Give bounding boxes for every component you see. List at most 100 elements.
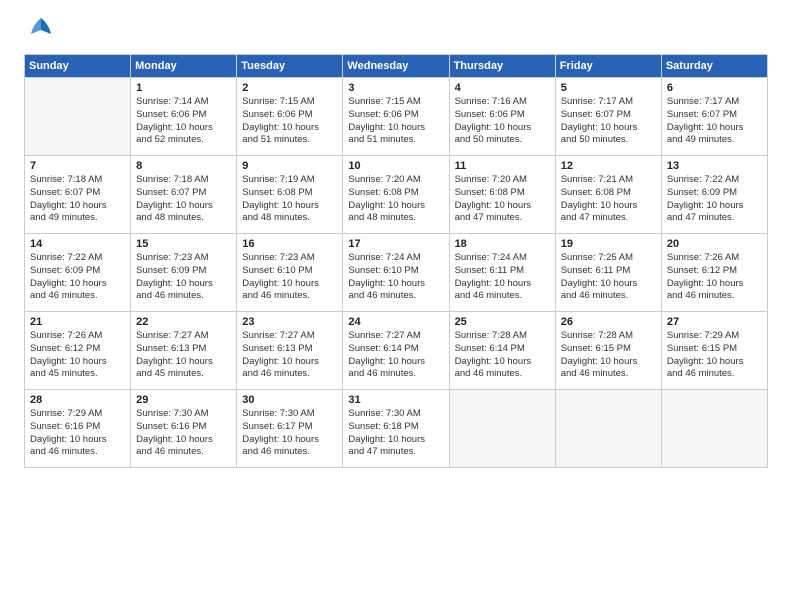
week-row-3: 14 Sunrise: 7:22 AMSunset: 6:09 PMDayligh… xyxy=(25,234,768,312)
day-number: 18 xyxy=(455,238,550,250)
weekday-tuesday: Tuesday xyxy=(237,55,343,78)
day-info: Sunrise: 7:15 AMSunset: 6:06 PMDaylight:… xyxy=(242,96,337,147)
calendar-cell: 12Sunrise: 7:21 AMSunset: 6:08 PMDayligh… xyxy=(555,156,661,234)
day-info: Sunrise: 7:24 AMSunset: 6:10 PMDaylight:… xyxy=(348,252,443,303)
calendar-cell: 13 Sunrise: 7:22 AMSunset: 6:09 PMDayligh… xyxy=(661,156,767,234)
calendar-cell: 20 Sunrise: 7:26 AMSunset: 6:12 PMDayligh… xyxy=(661,234,767,312)
logo-icon xyxy=(27,14,55,42)
calendar-cell: 8Sunrise: 7:18 AMSunset: 6:07 PMDaylight… xyxy=(131,156,237,234)
calendar-cell: 21 Sunrise: 7:26 AMSunset: 6:12 PMDayligh… xyxy=(25,312,131,390)
calendar-cell: 18 Sunrise: 7:24 AMSunset: 6:11 PMDayligh… xyxy=(449,234,555,312)
day-info: Sunrise: 7:25 AMSunset: 6:11 PMDaylight:… xyxy=(561,252,656,303)
calendar-cell: 11Sunrise: 7:20 AMSunset: 6:08 PMDayligh… xyxy=(449,156,555,234)
day-number: 3 xyxy=(348,82,443,94)
day-info: Sunrise: 7:30 AMSunset: 6:16 PMDaylight:… xyxy=(136,408,231,459)
calendar-cell: 24 Sunrise: 7:27 AMSunset: 6:14 PMDayligh… xyxy=(343,312,449,390)
weekday-saturday: Saturday xyxy=(661,55,767,78)
day-info: Sunrise: 7:17 AMSunset: 6:07 PMDaylight:… xyxy=(561,96,656,147)
day-number: 9 xyxy=(242,160,337,172)
day-number: 6 xyxy=(667,82,762,94)
day-info: Sunrise: 7:14 AMSunset: 6:06 PMDaylight:… xyxy=(136,96,231,147)
calendar-cell: 14 Sunrise: 7:22 AMSunset: 6:09 PMDayligh… xyxy=(25,234,131,312)
day-number: 29 xyxy=(136,394,231,406)
calendar-cell: 9Sunrise: 7:19 AMSunset: 6:08 PMDaylight… xyxy=(237,156,343,234)
day-number: 30 xyxy=(242,394,337,406)
day-info: Sunrise: 7:22 AMSunset: 6:09 PMDaylight:… xyxy=(30,252,125,303)
calendar-cell xyxy=(25,78,131,156)
calendar-cell: 25 Sunrise: 7:28 AMSunset: 6:14 PMDayligh… xyxy=(449,312,555,390)
logo xyxy=(24,20,55,42)
day-info: Sunrise: 7:20 AMSunset: 6:08 PMDaylight:… xyxy=(455,174,550,225)
calendar-cell xyxy=(661,390,767,468)
day-number: 28 xyxy=(30,394,125,406)
weekday-friday: Friday xyxy=(555,55,661,78)
calendar-cell: 2 Sunrise: 7:15 AMSunset: 6:06 PMDaylight… xyxy=(237,78,343,156)
day-number: 13 xyxy=(667,160,762,172)
day-number: 2 xyxy=(242,82,337,94)
day-number: 4 xyxy=(455,82,550,94)
page: SundayMondayTuesdayWednesdayThursdayFrid… xyxy=(0,0,792,612)
calendar-cell: 31 Sunrise: 7:30 AMSunset: 6:18 PMDayligh… xyxy=(343,390,449,468)
day-info: Sunrise: 7:28 AMSunset: 6:15 PMDaylight:… xyxy=(561,330,656,381)
day-info: Sunrise: 7:16 AMSunset: 6:06 PMDaylight:… xyxy=(455,96,550,147)
day-info: Sunrise: 7:29 AMSunset: 6:15 PMDaylight:… xyxy=(667,330,762,381)
calendar-cell: 17 Sunrise: 7:24 AMSunset: 6:10 PMDayligh… xyxy=(343,234,449,312)
weekday-sunday: Sunday xyxy=(25,55,131,78)
day-info: Sunrise: 7:26 AMSunset: 6:12 PMDaylight:… xyxy=(30,330,125,381)
day-number: 31 xyxy=(348,394,443,406)
calendar-cell xyxy=(555,390,661,468)
day-number: 26 xyxy=(561,316,656,328)
calendar-cell: 23Sunrise: 7:27 AMSunset: 6:13 PMDayligh… xyxy=(237,312,343,390)
day-number: 14 xyxy=(30,238,125,250)
calendar-cell: 4 Sunrise: 7:16 AMSunset: 6:06 PMDaylight… xyxy=(449,78,555,156)
calendar-table: SundayMondayTuesdayWednesdayThursdayFrid… xyxy=(24,54,768,468)
day-number: 21 xyxy=(30,316,125,328)
day-info: Sunrise: 7:20 AMSunset: 6:08 PMDaylight:… xyxy=(348,174,443,225)
calendar-cell: 1 Sunrise: 7:14 AMSunset: 6:06 PMDaylight… xyxy=(131,78,237,156)
calendar-cell: 30 Sunrise: 7:30 AMSunset: 6:17 PMDayligh… xyxy=(237,390,343,468)
calendar-cell: 27 Sunrise: 7:29 AMSunset: 6:15 PMDayligh… xyxy=(661,312,767,390)
day-number: 24 xyxy=(348,316,443,328)
calendar-cell: 19Sunrise: 7:25 AMSunset: 6:11 PMDayligh… xyxy=(555,234,661,312)
weekday-monday: Monday xyxy=(131,55,237,78)
weekday-header-row: SundayMondayTuesdayWednesdayThursdayFrid… xyxy=(25,55,768,78)
day-info: Sunrise: 7:29 AMSunset: 6:16 PMDaylight:… xyxy=(30,408,125,459)
day-number: 15 xyxy=(136,238,231,250)
day-info: Sunrise: 7:18 AMSunset: 6:07 PMDaylight:… xyxy=(136,174,231,225)
weekday-wednesday: Wednesday xyxy=(343,55,449,78)
calendar-cell: 15 Sunrise: 7:23 AMSunset: 6:09 PMDayligh… xyxy=(131,234,237,312)
day-info: Sunrise: 7:18 AMSunset: 6:07 PMDaylight:… xyxy=(30,174,125,225)
day-info: Sunrise: 7:26 AMSunset: 6:12 PMDaylight:… xyxy=(667,252,762,303)
calendar-cell: 10Sunrise: 7:20 AMSunset: 6:08 PMDayligh… xyxy=(343,156,449,234)
day-info: Sunrise: 7:15 AMSunset: 6:06 PMDaylight:… xyxy=(348,96,443,147)
calendar-cell: 26 Sunrise: 7:28 AMSunset: 6:15 PMDayligh… xyxy=(555,312,661,390)
calendar-cell: 6Sunrise: 7:17 AMSunset: 6:07 PMDaylight… xyxy=(661,78,767,156)
week-row-5: 28 Sunrise: 7:29 AMSunset: 6:16 PMDayligh… xyxy=(25,390,768,468)
day-info: Sunrise: 7:28 AMSunset: 6:14 PMDaylight:… xyxy=(455,330,550,381)
week-row-4: 21 Sunrise: 7:26 AMSunset: 6:12 PMDayligh… xyxy=(25,312,768,390)
day-number: 7 xyxy=(30,160,125,172)
day-number: 1 xyxy=(136,82,231,94)
weekday-thursday: Thursday xyxy=(449,55,555,78)
day-info: Sunrise: 7:30 AMSunset: 6:17 PMDaylight:… xyxy=(242,408,337,459)
day-info: Sunrise: 7:27 AMSunset: 6:13 PMDaylight:… xyxy=(242,330,337,381)
calendar-cell: 22 Sunrise: 7:27 AMSunset: 6:13 PMDayligh… xyxy=(131,312,237,390)
day-number: 17 xyxy=(348,238,443,250)
day-info: Sunrise: 7:22 AMSunset: 6:09 PMDaylight:… xyxy=(667,174,762,225)
day-info: Sunrise: 7:27 AMSunset: 6:13 PMDaylight:… xyxy=(136,330,231,381)
week-row-2: 7 Sunrise: 7:18 AMSunset: 6:07 PMDaylight… xyxy=(25,156,768,234)
day-number: 20 xyxy=(667,238,762,250)
day-info: Sunrise: 7:23 AMSunset: 6:10 PMDaylight:… xyxy=(242,252,337,303)
day-info: Sunrise: 7:23 AMSunset: 6:09 PMDaylight:… xyxy=(136,252,231,303)
day-number: 27 xyxy=(667,316,762,328)
day-info: Sunrise: 7:30 AMSunset: 6:18 PMDaylight:… xyxy=(348,408,443,459)
day-number: 5 xyxy=(561,82,656,94)
day-number: 25 xyxy=(455,316,550,328)
header xyxy=(24,20,768,42)
calendar-cell: 7 Sunrise: 7:18 AMSunset: 6:07 PMDaylight… xyxy=(25,156,131,234)
day-info: Sunrise: 7:27 AMSunset: 6:14 PMDaylight:… xyxy=(348,330,443,381)
calendar-cell xyxy=(449,390,555,468)
day-number: 22 xyxy=(136,316,231,328)
calendar-body: 1 Sunrise: 7:14 AMSunset: 6:06 PMDaylight… xyxy=(25,78,768,468)
day-info: Sunrise: 7:24 AMSunset: 6:11 PMDaylight:… xyxy=(455,252,550,303)
